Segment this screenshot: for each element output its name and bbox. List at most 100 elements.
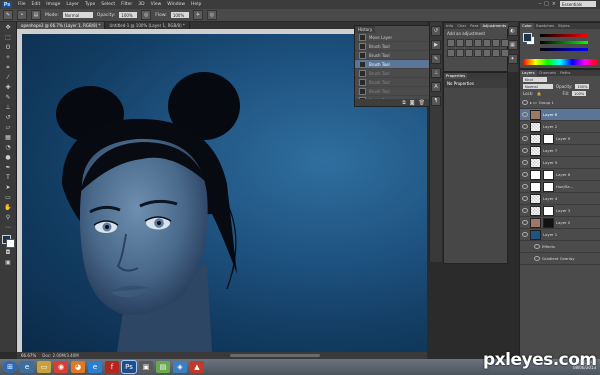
visibility-eye-icon[interactable] [522, 148, 528, 153]
minimize-icon[interactable]: – [539, 1, 542, 7]
mode-select[interactable]: Normal [62, 12, 93, 18]
color-spectrum[interactable] [523, 59, 597, 65]
flash-icon[interactable]: f [105, 361, 119, 373]
visibility-eye-icon[interactable] [534, 244, 540, 249]
tab-paragraph[interactable]: Para [468, 23, 480, 29]
color-balance-icon[interactable] [501, 39, 509, 47]
layer-row[interactable]: Layer 3 [520, 205, 600, 217]
flow-field[interactable]: 100% [170, 12, 189, 18]
invert-icon[interactable] [483, 49, 491, 57]
workspace-select[interactable]: Essentials [560, 1, 596, 7]
history-panel-icon[interactable]: ↺ [431, 26, 441, 36]
app-10-icon[interactable]: ▤ [156, 361, 170, 373]
layer-row[interactable]: Layer 2 [520, 121, 600, 133]
group-folder-icon[interactable]: ▸ ▭ [530, 100, 537, 105]
hand-tool-icon[interactable]: ✋ [3, 204, 13, 212]
visibility-eye-icon[interactable] [522, 136, 528, 141]
visibility-eye-icon[interactable] [522, 160, 528, 165]
visibility-eye-icon[interactable] [522, 232, 528, 237]
eraser-tool-icon[interactable]: ▱ [3, 124, 13, 132]
menu-layer[interactable]: Layer [66, 2, 79, 7]
tab-styles[interactable]: Styles [556, 23, 572, 29]
explorer-icon[interactable]: e [20, 361, 34, 373]
green-slider[interactable] [540, 41, 588, 44]
visibility-eye-icon[interactable] [522, 184, 528, 189]
layer-mask-thumbnail[interactable] [543, 133, 554, 144]
menu-3d[interactable]: 3D [138, 2, 144, 7]
type-tool-icon[interactable]: T [3, 174, 13, 182]
zoom-tool-icon[interactable]: ⚲ [3, 214, 13, 222]
threshold-icon[interactable] [501, 49, 509, 57]
visibility-eye-icon[interactable] [522, 208, 528, 213]
layer-row[interactable]: Layer 7 [520, 145, 600, 157]
screen-mode-icon[interactable]: ▣ [3, 259, 13, 267]
tab-channels[interactable]: Channels [537, 70, 559, 76]
gradient-tool-icon[interactable]: ▦ [3, 134, 13, 142]
pressure-size-icon[interactable]: ◎ [206, 10, 217, 20]
menu-help[interactable]: Help [191, 2, 201, 7]
zoom-level[interactable]: 66.67% [21, 353, 36, 358]
tab-info[interactable]: Info [444, 23, 455, 29]
brush-tool-icon[interactable]: ✎ [3, 94, 13, 102]
pen-tool-icon[interactable]: ✒ [3, 164, 13, 172]
foreground-color-swatch[interactable] [523, 33, 532, 42]
history-state-row[interactable]: Brush Tool [355, 87, 429, 96]
layer-thumbnail[interactable] [530, 193, 541, 204]
actions-panel-icon[interactable]: ▶ [431, 40, 441, 50]
brightness-contrast-icon[interactable] [447, 39, 455, 47]
blend-mode-select[interactable]: Normal [523, 84, 553, 89]
curves-icon[interactable] [465, 39, 473, 47]
airbrush-icon[interactable]: ✈ [192, 10, 203, 20]
vibrance-icon[interactable] [483, 39, 491, 47]
app-9-icon[interactable]: ▣ [139, 361, 153, 373]
red-slider[interactable] [540, 34, 588, 37]
layer-fill-field[interactable]: 100% [572, 91, 587, 96]
brush-preset-icon[interactable]: • [17, 10, 27, 20]
layer-thumbnail[interactable] [530, 121, 541, 132]
quick-mask-icon[interactable]: ◘ [3, 249, 13, 257]
hue-saturation-icon[interactable] [492, 39, 500, 47]
layer-mask-thumbnail[interactable] [543, 181, 554, 192]
layer-thumbnail[interactable] [530, 133, 541, 144]
history-tab[interactable]: History [355, 26, 376, 33]
brush-panel-icon[interactable]: ✎ [431, 54, 441, 64]
eyedropper-tool-icon[interactable]: ⁄ [3, 74, 13, 82]
layer-row[interactable]: Layer 6 [520, 169, 600, 181]
layer-thumbnail[interactable] [530, 205, 541, 216]
app-12-icon[interactable]: ▲ [190, 361, 204, 373]
layer-row[interactable]: Layer 5 [520, 157, 600, 169]
new-document-from-state-icon[interactable]: ⧉ [402, 100, 406, 106]
tab-character[interactable]: Char [455, 23, 468, 29]
tab-layers[interactable]: Layers [520, 70, 537, 76]
close-icon[interactable]: × [552, 1, 556, 7]
tab-properties[interactable]: Properties [444, 73, 468, 79]
move-tool-icon[interactable]: ✥ [3, 24, 13, 32]
layer-thumbnail[interactable] [530, 157, 541, 168]
quick-select-tool-icon[interactable]: ✧ [3, 54, 13, 62]
layer-row[interactable]: ▸ ▭ Group 1 [520, 97, 600, 109]
background-color-swatch[interactable] [6, 239, 15, 248]
internet-explorer-icon[interactable]: e [88, 361, 102, 373]
menu-select[interactable]: Select [101, 2, 115, 7]
menu-edit[interactable]: Edit [32, 2, 41, 7]
menu-view[interactable]: View [151, 2, 162, 7]
layer-row[interactable]: Layer 8 [520, 109, 600, 121]
menu-type[interactable]: Type [85, 2, 95, 7]
doc-tab[interactable]: Untitled-1 @ 100% (Layer 1, RGB/8) * [105, 22, 190, 29]
visibility-eye-icon[interactable] [522, 172, 528, 177]
pressure-opacity-icon[interactable]: ◎ [141, 10, 152, 20]
path-select-tool-icon[interactable]: ➤ [3, 184, 13, 192]
layer-row[interactable]: Gradient Overlay [520, 253, 600, 265]
history-state-row[interactable]: Brush Tool [355, 69, 429, 78]
blur-tool-icon[interactable]: ◔ [3, 144, 13, 152]
chrome-icon[interactable]: ◉ [54, 361, 68, 373]
clone-stamp-tool-icon[interactable]: ⊥ [3, 104, 13, 112]
blue-slider[interactable] [540, 48, 588, 51]
fg-bg-swatches[interactable] [523, 33, 535, 45]
swatches-panel-icon[interactable]: ▦ [507, 40, 518, 50]
posterize-icon[interactable] [492, 49, 500, 57]
marquee-tool-icon[interactable]: ⬚ [3, 34, 13, 42]
visibility-eye-icon[interactable] [534, 256, 540, 261]
lasso-tool-icon[interactable]: ʘ [3, 44, 13, 52]
menu-filter[interactable]: Filter [121, 2, 132, 7]
